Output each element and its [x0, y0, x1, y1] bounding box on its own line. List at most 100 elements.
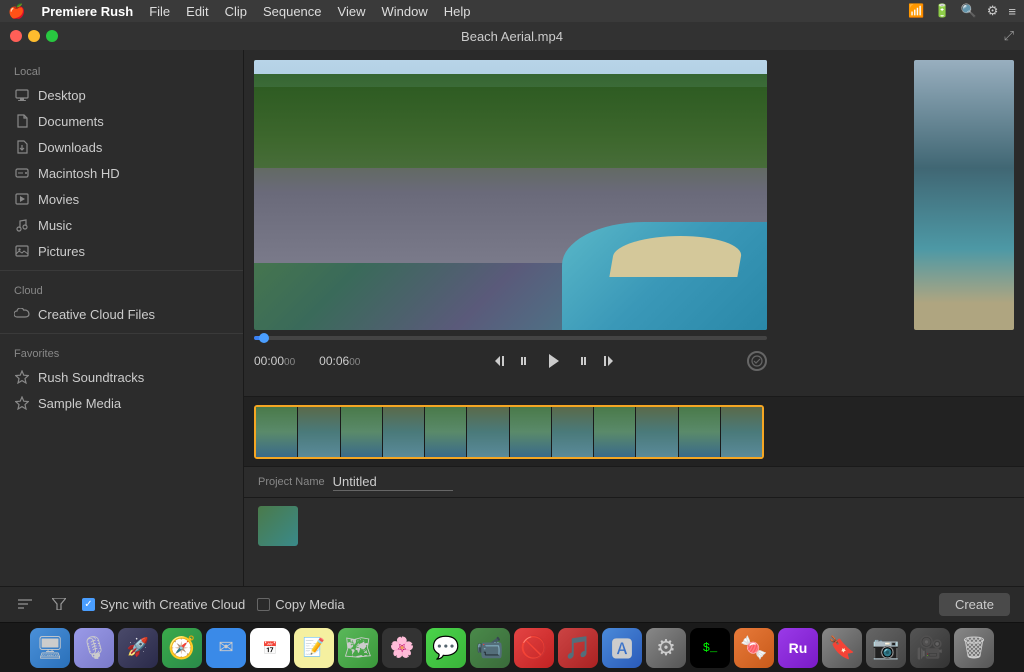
- dock-photos[interactable]: 🌸: [382, 628, 422, 668]
- step-forward-button[interactable]: [573, 352, 591, 370]
- frame-5: [425, 407, 466, 457]
- menu-extras[interactable]: ≡: [1008, 4, 1016, 19]
- dock: 🖥 🎙 🚀 🧭 ✉ 📅 📝 🗺 🌸 💬 📹 🚫 🎵 🅰 ⚙ $_ 🍬 Ru 🔖 …: [0, 622, 1024, 672]
- dock-syspref[interactable]: ⚙: [646, 628, 686, 668]
- dock-cam1[interactable]: 📷: [866, 628, 906, 668]
- dock-messages[interactable]: 💬: [426, 628, 466, 668]
- star-icon-2: [14, 395, 30, 411]
- music-label: Music: [38, 218, 72, 233]
- menu-view[interactable]: View: [338, 4, 366, 19]
- sidebar-item-movies[interactable]: Movies: [0, 186, 243, 212]
- battery-icon: 🔋: [934, 3, 950, 19]
- minimize-button[interactable]: [28, 30, 40, 42]
- close-button[interactable]: [10, 30, 22, 42]
- divider-2: [0, 333, 243, 334]
- hd-icon: [14, 165, 30, 181]
- expand-icon[interactable]: ⤢: [1004, 28, 1014, 44]
- menu-edit[interactable]: Edit: [186, 4, 208, 19]
- apple-menu[interactable]: 🍎: [8, 3, 25, 20]
- titlebar: Beach Aerial.mp4 ⤢: [0, 22, 1024, 50]
- copy-checkbox[interactable]: [257, 598, 270, 611]
- menu-file[interactable]: File: [149, 4, 170, 19]
- timeline-clip[interactable]: [254, 405, 764, 459]
- sidebar-item-rush-soundtracks[interactable]: Rush Soundtracks: [0, 364, 243, 390]
- skip-forward-button[interactable]: [599, 352, 617, 370]
- dock-terminal[interactable]: $_: [690, 628, 730, 668]
- dock-finder[interactable]: 🖥: [30, 628, 70, 668]
- menu-clip[interactable]: Clip: [225, 4, 247, 19]
- search-icon[interactable]: 🔍: [961, 3, 977, 19]
- sidebar-item-creative-cloud[interactable]: Creative Cloud Files: [0, 301, 243, 327]
- filter-icon[interactable]: [48, 593, 70, 617]
- dock-mark[interactable]: 🔖: [822, 628, 862, 668]
- menu-window[interactable]: Window: [381, 4, 427, 19]
- progress-bar[interactable]: [254, 336, 767, 340]
- local-section-label: Local: [0, 58, 243, 82]
- dock-cam2[interactable]: 🎥: [910, 628, 950, 668]
- pictures-label: Pictures: [38, 244, 85, 259]
- dock-nosign[interactable]: 🚫: [514, 628, 554, 668]
- play-button[interactable]: [543, 350, 565, 372]
- divider-1: [0, 270, 243, 271]
- import-panel: Project Name: [244, 466, 1024, 586]
- project-name-input[interactable]: [333, 473, 453, 491]
- step-back-button[interactable]: [517, 352, 535, 370]
- dock-facetime[interactable]: 📹: [470, 628, 510, 668]
- dock-notes[interactable]: 📝: [294, 628, 334, 668]
- documents-label: Documents: [38, 114, 104, 129]
- dock-siri[interactable]: 🎙: [74, 628, 114, 668]
- project-name-label: Project Name: [258, 476, 325, 488]
- sidebar-item-desktop[interactable]: Desktop: [0, 82, 243, 108]
- dock-trash[interactable]: 🗑: [954, 628, 994, 668]
- sync-checkbox-container[interactable]: ✓ Sync with Creative Cloud: [82, 597, 245, 612]
- video-frame[interactable]: [254, 60, 767, 330]
- dock-rush[interactable]: Ru: [778, 628, 818, 668]
- downloads-icon: [14, 139, 30, 155]
- downloads-label: Downloads: [38, 140, 102, 155]
- maximize-button[interactable]: [46, 30, 58, 42]
- menubar-right: 📶 🔋 🔍 ⚙ ≡: [908, 3, 1016, 19]
- timeline: [244, 396, 1024, 466]
- copy-label: Copy Media: [275, 597, 344, 612]
- sidebar-item-downloads[interactable]: Downloads: [0, 134, 243, 160]
- dock-itunes[interactable]: 🎵: [558, 628, 598, 668]
- cloud-icon: [14, 306, 30, 322]
- content-area: 00:0000 00:0600: [244, 50, 1024, 586]
- bottom-toolbar: ✓ Sync with Creative Cloud Copy Media Cr…: [0, 586, 1024, 622]
- sidebar-item-documents[interactable]: Documents: [0, 108, 243, 134]
- control-center-icon[interactable]: ⚙: [987, 3, 999, 19]
- frame-8: [552, 407, 593, 457]
- frame-7: [510, 407, 551, 457]
- main-area: Local Desktop Documents Downloads Macint…: [0, 50, 1024, 586]
- dock-appstore[interactable]: 🅰: [602, 628, 642, 668]
- skip-back-button[interactable]: [491, 352, 509, 370]
- timeline-frames: [256, 407, 762, 457]
- sidebar-item-pictures[interactable]: Pictures: [0, 238, 243, 264]
- sort-icon[interactable]: [14, 593, 36, 617]
- done-check[interactable]: [747, 351, 767, 371]
- menu-sequence[interactable]: Sequence: [263, 4, 322, 19]
- sync-label: Sync with Creative Cloud: [100, 597, 245, 612]
- documents-icon: [14, 113, 30, 129]
- frame-10: [636, 407, 677, 457]
- create-button[interactable]: Create: [939, 593, 1010, 616]
- music-icon: [14, 217, 30, 233]
- dock-calendar[interactable]: 📅: [250, 628, 290, 668]
- sidebar-item-sample-media[interactable]: Sample Media: [0, 390, 243, 416]
- dock-mail[interactable]: ✉: [206, 628, 246, 668]
- dock-launchpad[interactable]: 🚀: [118, 628, 158, 668]
- menu-help[interactable]: Help: [444, 4, 471, 19]
- dock-maps[interactable]: 🗺: [338, 628, 378, 668]
- progress-handle[interactable]: [259, 333, 269, 343]
- copy-checkbox-container[interactable]: Copy Media: [257, 597, 344, 612]
- app-name: Premiere Rush: [41, 4, 133, 19]
- dock-safari[interactable]: 🧭: [162, 628, 202, 668]
- sidebar-item-music[interactable]: Music: [0, 212, 243, 238]
- sidebar-item-macintosh-hd[interactable]: Macintosh HD: [0, 160, 243, 186]
- frame-1: [256, 407, 297, 457]
- dock-candy[interactable]: 🍬: [734, 628, 774, 668]
- sync-checkbox[interactable]: ✓: [82, 598, 95, 611]
- frame-2: [298, 407, 339, 457]
- preview-area: 00:0000 00:0600: [244, 50, 1024, 396]
- frame-4: [383, 407, 424, 457]
